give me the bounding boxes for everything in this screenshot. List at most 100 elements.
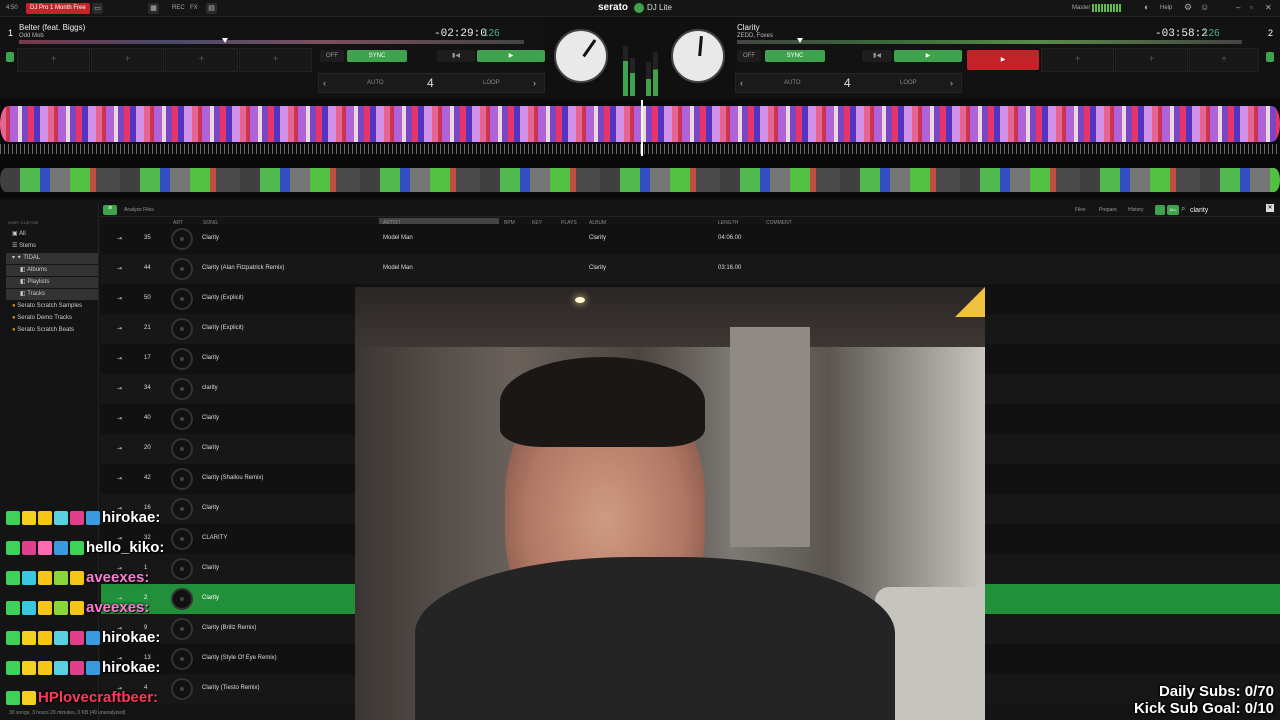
deck-load-icon[interactable] (6, 52, 14, 62)
sync-off-button[interactable]: OFF (737, 50, 761, 62)
chat-badge-icon (38, 601, 52, 616)
cue-slot-1[interactable]: + (17, 48, 90, 72)
prepare-tab[interactable]: Prepare (1099, 207, 1117, 213)
sidebar-item-tidal[interactable]: ▾ ✦ TIDAL (6, 253, 98, 264)
cue-slot-3[interactable]: + (1115, 48, 1188, 72)
album-art (171, 378, 193, 400)
loop-next-icon[interactable]: › (950, 78, 953, 88)
loop-prev-icon[interactable]: ‹ (740, 78, 743, 88)
files-tab[interactable]: Files (1075, 207, 1086, 213)
sync-button[interactable]: SYNC (765, 50, 825, 62)
preview-icon[interactable]: ⇥ (117, 385, 122, 392)
layout-icon[interactable]: ▭ (92, 3, 103, 14)
sidebar-item-playlists[interactable]: ◧ Playlists (6, 277, 98, 288)
cue-slot-4[interactable]: + (1189, 48, 1259, 72)
play-button[interactable]: ▶ (894, 50, 962, 62)
loop-button[interactable]: LOOP (483, 80, 500, 86)
loop-beats[interactable]: 4 (844, 76, 851, 90)
fx-menu[interactable]: FX (190, 5, 198, 11)
play-button[interactable]: ▶ (477, 50, 545, 62)
search-icon: ⌕ (1181, 204, 1186, 213)
maximize-icon[interactable]: ▫ (1250, 3, 1253, 12)
account-icon[interactable]: ☺ (1200, 2, 1209, 12)
track-number: 21 (144, 325, 151, 331)
loop-beats[interactable]: 4 (427, 76, 434, 90)
play-pad-red[interactable]: ▶ (967, 50, 1039, 70)
history-tab[interactable]: History (1128, 207, 1144, 213)
cue-slot-4[interactable]: + (239, 48, 312, 72)
sidebar-item-stems[interactable]: ☰ Stems (12, 241, 36, 252)
track-song: Clarity (202, 595, 220, 601)
sort-label[interactable]: SORT: CUSTOM (8, 220, 38, 225)
search-all-tag[interactable]: ALL (1167, 205, 1179, 215)
chat-username: aveexes: (86, 569, 150, 586)
sidebar-item-albums[interactable]: ◧ Albums (6, 265, 98, 276)
list-view-icon[interactable]: ≡ (103, 205, 117, 215)
tempo-knob-left[interactable] (554, 29, 608, 83)
analyze-files-button[interactable]: Analyze Files (124, 207, 154, 213)
album-art (171, 648, 193, 670)
tempo-knob-right[interactable] (671, 29, 725, 83)
search-input[interactable] (1190, 205, 1262, 215)
deck-load-icon[interactable] (1266, 52, 1274, 62)
chat-badge-icon (6, 661, 20, 676)
chat-badge-icon (54, 511, 68, 526)
sidebar-item-all[interactable]: ▣ All (12, 229, 26, 240)
waveform-deck-1[interactable] (0, 100, 1280, 156)
deck-track-overview[interactable] (19, 40, 524, 44)
filter-icon[interactable] (1155, 205, 1165, 215)
loop-prev-icon[interactable]: ‹ (323, 78, 326, 88)
preview-icon[interactable]: ⇥ (117, 415, 122, 422)
sidebar-item-demo-tracks[interactable]: ● Serato Demo Tracks (12, 313, 72, 324)
gear-icon[interactable]: ⚙ (1184, 2, 1192, 13)
cue-button[interactable]: ▮◀ (862, 50, 892, 62)
preview-icon[interactable]: ⇥ (117, 325, 122, 332)
waveform-deck-2[interactable] (0, 156, 1280, 198)
loop-controls: ‹ AUTO 4 LOOP › (318, 73, 545, 93)
loop-button[interactable]: LOOP (900, 80, 917, 86)
chat-badge-icon (6, 541, 20, 556)
sidebar-item-label: All (19, 231, 26, 237)
playhead-marker-icon (222, 38, 228, 43)
panel-icon[interactable]: ▤ (206, 3, 217, 14)
rec-menu[interactable]: REC (172, 5, 185, 11)
table-row[interactable]: ⇥ 35 Clarity Model Man Clarity 04:06.00 (101, 224, 1280, 254)
track-song: Clarity (Explicit) (202, 325, 244, 331)
sidebar-item-label: TIDAL (23, 255, 41, 261)
sync-button[interactable]: SYNC (347, 50, 407, 62)
preview-icon[interactable]: ⇥ (117, 475, 122, 482)
deck-track-title: Belter (feat. Biggs) (19, 23, 86, 32)
power-icon[interactable]: ◐ (1144, 2, 1149, 12)
track-length: 03:16.00 (718, 265, 742, 271)
help-menu[interactable]: Help (1160, 5, 1172, 11)
cue-slot-3[interactable]: + (165, 48, 238, 72)
preview-icon[interactable]: ⇥ (117, 235, 122, 242)
clear-search-icon[interactable]: ✕ (1266, 204, 1274, 212)
cue-slot-2[interactable]: + (91, 48, 164, 72)
preview-icon[interactable]: ⇥ (117, 295, 122, 302)
sidebar-item-scratch-samples[interactable]: ● Serato Scratch Samples (12, 301, 82, 312)
sidebar-item-scratch-beats[interactable]: ● Serato Scratch Beats (12, 325, 74, 336)
sidebar-item-tracks[interactable]: ◧ Tracks (6, 289, 98, 300)
grid-icon[interactable]: ▦ (148, 3, 159, 14)
loop-next-icon[interactable]: › (533, 78, 536, 88)
auto-loop-label[interactable]: AUTO (784, 80, 801, 86)
track-artist: Model Man (383, 265, 413, 271)
chat-badge-icon (6, 571, 20, 586)
cue-slot-2[interactable]: + (1041, 48, 1114, 72)
cue-button[interactable]: ▮◀ (437, 50, 475, 62)
minimize-icon[interactable]: – (1236, 3, 1240, 12)
chat-badge-icon (54, 541, 68, 556)
auto-loop-label[interactable]: AUTO (367, 80, 384, 86)
deck-track-overview[interactable] (737, 40, 1242, 44)
preview-icon[interactable]: ⇥ (117, 445, 122, 452)
sync-off-button[interactable]: OFF (320, 50, 344, 62)
preview-icon[interactable]: ⇥ (117, 355, 122, 362)
chat-username: hirokae: (102, 659, 161, 676)
chat-badge-icon (70, 631, 84, 646)
close-icon[interactable]: ✕ (1265, 3, 1272, 12)
table-row[interactable]: ⇥ 44 Clarity (Alan Fitzpatrick Remix) Model… (101, 254, 1280, 284)
album-art (171, 678, 193, 700)
promo-button[interactable]: DJ Pro 1 Month Free (26, 3, 90, 14)
preview-icon[interactable]: ⇥ (117, 265, 122, 272)
